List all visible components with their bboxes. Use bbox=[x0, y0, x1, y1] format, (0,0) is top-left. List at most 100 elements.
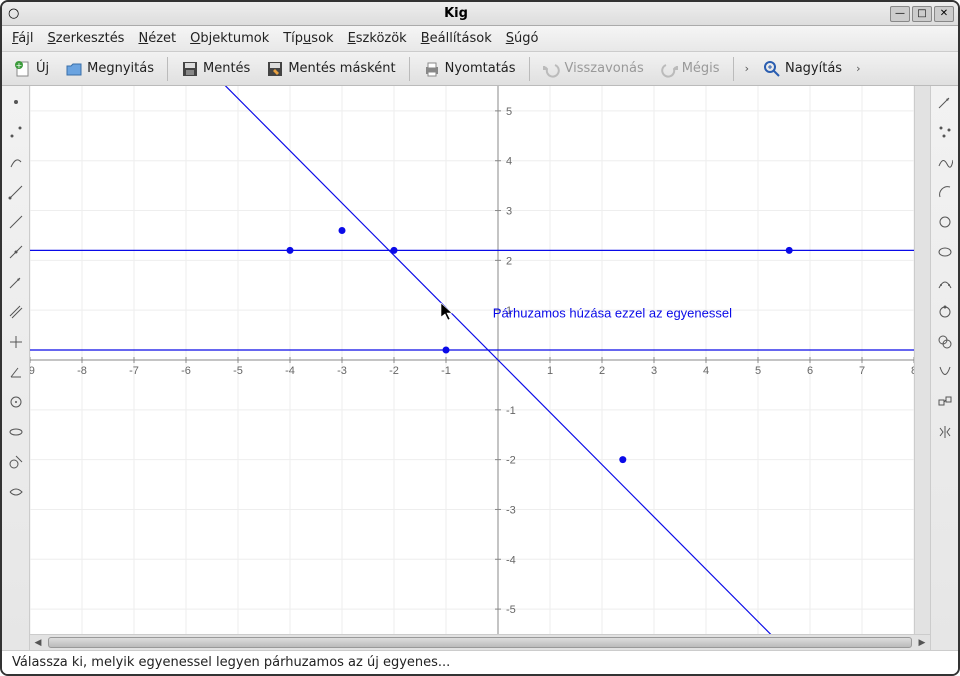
open-label: Megnyitás bbox=[87, 61, 154, 76]
zoom-icon bbox=[763, 60, 781, 78]
vector-op-tool[interactable] bbox=[935, 92, 955, 112]
segment-tool[interactable] bbox=[6, 152, 26, 172]
svg-text:-1: -1 bbox=[506, 405, 516, 417]
perpendicular-tool[interactable] bbox=[6, 332, 26, 352]
arc-tool[interactable] bbox=[935, 182, 955, 202]
toolbar-overflow-right[interactable]: › bbox=[852, 62, 864, 75]
save-icon bbox=[181, 60, 199, 78]
svg-text:8: 8 bbox=[911, 365, 914, 377]
status-text: Válassza ki, melyik egyenessel legyen pá… bbox=[12, 655, 450, 670]
redo-label: Mégis bbox=[682, 61, 720, 76]
svg-text:1: 1 bbox=[547, 365, 553, 377]
svg-text:-8: -8 bbox=[77, 365, 87, 377]
plot-svg: -9-8-7-6-5-4-3-2-112345678-5-4-3-2-11234… bbox=[30, 86, 914, 634]
tangent-tool[interactable] bbox=[6, 452, 26, 472]
scroll-thumb[interactable] bbox=[48, 637, 912, 648]
svg-text:-2: -2 bbox=[506, 455, 516, 467]
close-button[interactable]: ✕ bbox=[934, 6, 954, 22]
locus-tool[interactable] bbox=[6, 482, 26, 502]
svg-text:4: 4 bbox=[506, 156, 512, 168]
scroll-right-button[interactable]: ▶ bbox=[914, 635, 930, 651]
menu-tools[interactable]: Eszközök bbox=[348, 31, 407, 46]
menu-edit[interactable]: Szerkesztés bbox=[48, 31, 125, 46]
svg-text:-5: -5 bbox=[233, 365, 243, 377]
angle-tool[interactable] bbox=[6, 362, 26, 382]
toolbar-overflow-left[interactable]: › bbox=[741, 62, 753, 75]
window-title: Kig bbox=[22, 6, 890, 21]
maximize-button[interactable]: □ bbox=[912, 6, 932, 22]
vector-tool[interactable] bbox=[6, 272, 26, 292]
save-label: Mentés bbox=[203, 61, 250, 76]
point-tool[interactable] bbox=[6, 92, 26, 112]
svg-text:-4: -4 bbox=[285, 365, 295, 377]
redo-button[interactable]: Mégis bbox=[654, 57, 726, 81]
scroll-left-button[interactable]: ◀ bbox=[30, 635, 46, 651]
menu-file[interactable]: Fájl bbox=[12, 31, 34, 46]
svg-text:2: 2 bbox=[599, 365, 605, 377]
new-icon: + bbox=[14, 60, 32, 78]
svg-text:-3: -3 bbox=[506, 504, 516, 516]
svg-text:-7: -7 bbox=[129, 365, 139, 377]
app-window: ○ Kig — □ ✕ Fájl Szerkesztés Nézet Objek… bbox=[0, 0, 960, 676]
svg-text:3: 3 bbox=[506, 206, 512, 218]
menu-objects[interactable]: Objektumok bbox=[190, 31, 269, 46]
minimize-button[interactable]: — bbox=[890, 6, 910, 22]
svg-text:-2: -2 bbox=[389, 365, 399, 377]
undo-icon bbox=[543, 60, 561, 78]
work-area: -9-8-7-6-5-4-3-2-112345678-5-4-3-2-11234… bbox=[2, 86, 958, 650]
circle-center-tool[interactable] bbox=[6, 392, 26, 412]
svg-text:-1: -1 bbox=[441, 365, 451, 377]
conic-tool[interactable] bbox=[6, 422, 26, 442]
ray-tool[interactable] bbox=[6, 182, 26, 202]
svg-text:7: 7 bbox=[859, 365, 865, 377]
zoom-label: Nagyítás bbox=[785, 61, 842, 76]
svg-text:3: 3 bbox=[651, 365, 657, 377]
saveas-icon bbox=[266, 60, 284, 78]
vertical-scrollbar[interactable] bbox=[914, 86, 930, 634]
menu-view[interactable]: Nézet bbox=[138, 31, 176, 46]
menu-settings[interactable]: Beállítások bbox=[421, 31, 492, 46]
left-toolbox bbox=[2, 86, 30, 650]
reflect-tool[interactable] bbox=[935, 422, 955, 442]
transform-tool[interactable] bbox=[935, 392, 955, 412]
new-button[interactable]: + Új bbox=[8, 57, 55, 81]
print-icon bbox=[423, 60, 441, 78]
saveas-label: Mentés másként bbox=[288, 61, 395, 76]
midpoint-tool[interactable] bbox=[6, 122, 26, 142]
curve-tool[interactable] bbox=[935, 152, 955, 172]
statusbar: Válassza ki, melyik egyenessel legyen pá… bbox=[2, 650, 958, 674]
saveas-button[interactable]: Mentés másként bbox=[260, 57, 401, 81]
svg-text:6: 6 bbox=[807, 365, 813, 377]
save-button[interactable]: Mentés bbox=[175, 57, 256, 81]
halfline-tool[interactable] bbox=[6, 242, 26, 262]
new-label: Új bbox=[36, 61, 49, 76]
menu-types[interactable]: Típusok bbox=[283, 31, 333, 46]
line-tool[interactable] bbox=[6, 212, 26, 232]
app-icon: ○ bbox=[2, 6, 22, 21]
horizontal-scrollbar[interactable]: ◀ ▶ bbox=[30, 634, 930, 650]
svg-text:5: 5 bbox=[506, 106, 512, 118]
canvas-wrap: -9-8-7-6-5-4-3-2-112345678-5-4-3-2-11234… bbox=[30, 86, 930, 650]
print-button[interactable]: Nyomtatás bbox=[417, 57, 522, 81]
parallel-tool[interactable] bbox=[6, 302, 26, 322]
zoom-button[interactable]: Nagyítás bbox=[757, 57, 848, 81]
circle3-tool[interactable] bbox=[935, 332, 955, 352]
ellipse-tool[interactable] bbox=[935, 242, 955, 262]
svg-text:4: 4 bbox=[703, 365, 709, 377]
open-button[interactable]: Megnyitás bbox=[59, 57, 160, 81]
titlebar: ○ Kig — □ ✕ bbox=[2, 2, 958, 26]
undo-button[interactable]: Visszavonás bbox=[537, 57, 650, 81]
undo-label: Visszavonás bbox=[565, 61, 644, 76]
menubar: Fájl Szerkesztés Nézet Objektumok Típuso… bbox=[2, 26, 958, 52]
parabola-tool[interactable] bbox=[935, 362, 955, 382]
circle-tool[interactable] bbox=[935, 212, 955, 232]
svg-text:-6: -6 bbox=[181, 365, 191, 377]
points-tool[interactable] bbox=[935, 122, 955, 142]
construct-tool[interactable] bbox=[935, 302, 955, 322]
toolbar: + Új Megnyitás Mentés Mentés másként Nyo… bbox=[2, 52, 958, 86]
print-label: Nyomtatás bbox=[445, 61, 516, 76]
locus2-tool[interactable] bbox=[935, 272, 955, 292]
canvas[interactable]: -9-8-7-6-5-4-3-2-112345678-5-4-3-2-11234… bbox=[30, 86, 914, 634]
svg-text:-4: -4 bbox=[506, 554, 516, 566]
menu-help[interactable]: Súgó bbox=[506, 31, 539, 46]
